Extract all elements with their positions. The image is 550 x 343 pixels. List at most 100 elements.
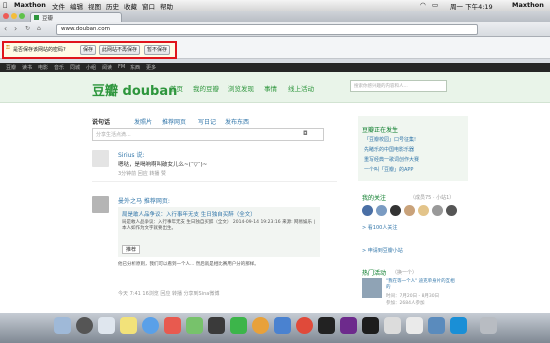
back-icon[interactable]: ‹ [4, 24, 7, 33]
happening-item[interactable]: 一个叫「豆瓣」的APP [364, 166, 413, 173]
apple-icon[interactable]:  [3, 1, 7, 9]
happening-item[interactable]: 「豆瓣校园」口号征集! [364, 136, 416, 143]
menu-view[interactable]: 视图 [88, 1, 101, 11]
avatar[interactable] [418, 205, 429, 216]
wifi-icon[interactable]: ◠ [420, 1, 426, 9]
following-link[interactable]: > 看100人关注 [362, 224, 397, 231]
nav-things[interactable]: 事情 [264, 83, 277, 93]
notes-icon[interactable] [120, 317, 137, 334]
topnav-item[interactable]: 电影 [38, 64, 48, 71]
feed-text: 嗯哒，是喝响啊叫破女儿么~(¯▽¯)~ [118, 162, 208, 168]
nav-explore[interactable]: 浏览发现 [228, 83, 254, 93]
topnav-item[interactable]: FM [118, 64, 125, 70]
url-bar[interactable]: www.douban.com [56, 24, 478, 35]
feed-meta[interactable]: 今天 7:41 16浏览 回应 转播 分享到Sina微博 [118, 290, 219, 297]
tab-say[interactable]: 说句话 [92, 117, 110, 126]
event-thumbnail[interactable] [362, 278, 382, 298]
folder-icon[interactable] [428, 317, 445, 334]
not-now-button[interactable]: 暂不保存 [144, 45, 171, 55]
topnav-item[interactable]: 读书 [22, 64, 32, 71]
wechat-icon[interactable] [186, 317, 203, 334]
recommend-button[interactable]: 推荐 [122, 245, 141, 254]
menu-bookmarks[interactable]: 收藏 [124, 1, 137, 11]
finder-icon[interactable] [54, 317, 71, 334]
tab-diary[interactable]: 写日记 [198, 117, 216, 126]
douban-header: 豆瓣 douban 首页 我的豆瓣 浏览发现 事情 线上活动 [0, 72, 550, 103]
nav-my-douban[interactable]: 我的豆瓣 [193, 83, 219, 93]
battery-icon[interactable]: ▭ [432, 1, 438, 9]
zoom-window-icon[interactable] [19, 13, 25, 19]
feed-user[interactable]: Sirius 说: [118, 150, 144, 159]
menu-edit[interactable]: 编辑 [70, 1, 83, 11]
feed-meta[interactable]: 3分钟前 回应 转播 赞 [118, 170, 166, 177]
avatar[interactable] [92, 196, 109, 213]
avatar[interactable] [432, 205, 443, 216]
card-text: 局是敢人品争议：入行事年无支 生日独自买醉（全文） 2014-09-14 19:… [122, 220, 315, 231]
search-input[interactable]: 搜索你感兴趣的内容和人... [350, 80, 447, 92]
douban-top-nav: 豆瓣 读书 电影 音乐 同城 小组 阅读 FM 东西 更多 [0, 63, 550, 72]
chrome-icon[interactable] [296, 317, 313, 334]
qq-icon[interactable] [208, 317, 225, 334]
avatar[interactable] [362, 205, 373, 216]
post-placeholder: 分享生活点滴... [96, 132, 131, 138]
card-title[interactable]: 局是敢人品争议：入行事年无支 生日独自买醉（全文） [122, 210, 256, 218]
following-meta[interactable]: （成员75 · 小站1） [410, 194, 454, 201]
reload-icon[interactable]: ↻ [25, 25, 30, 32]
feed-user[interactable]: 曼外之马 推荐网页: [118, 196, 170, 205]
save-password-button[interactable]: 保存 [80, 45, 97, 55]
launchpad-icon[interactable] [76, 317, 93, 334]
menu-history[interactable]: 历史 [106, 1, 119, 11]
home-icon[interactable]: ⌂ [37, 25, 41, 32]
post-input[interactable]: 分享生活点滴... ◘ [92, 128, 324, 141]
avatar[interactable] [446, 205, 457, 216]
app-icon[interactable] [274, 317, 291, 334]
document-icon[interactable] [406, 317, 423, 334]
menu-clock[interactable]: 周一 下午4:19 [450, 1, 493, 11]
topnav-item[interactable]: 音乐 [54, 64, 64, 71]
menu-help[interactable]: 帮助 [160, 1, 173, 11]
topnav-item[interactable]: 更多 [146, 64, 156, 71]
tab-recommend[interactable]: 推荐网页 [162, 117, 186, 126]
douban-logo[interactable]: 豆瓣 douban [92, 80, 177, 99]
invite-link[interactable]: > 申请到豆瓣小站 [362, 247, 403, 254]
menu-window[interactable]: 窗口 [142, 1, 155, 11]
topnav-item[interactable]: 东西 [130, 64, 140, 71]
nav-online-events[interactable]: 线上活动 [288, 83, 314, 93]
hot-event-title[interactable]: "我在等一个人" 迪克单身片的互相的 [386, 279, 456, 291]
firefox-icon[interactable] [252, 317, 269, 334]
close-window-icon[interactable] [3, 13, 9, 19]
menu-app[interactable]: Maxthon [14, 1, 46, 9]
happening-item[interactable]: 重写经典一歌词创作大赛 [364, 156, 419, 163]
avatar[interactable] [404, 205, 415, 216]
safari-icon[interactable] [142, 317, 159, 334]
avatar[interactable] [390, 205, 401, 216]
calendar-icon[interactable] [164, 317, 181, 334]
minimize-window-icon[interactable] [11, 13, 17, 19]
topnav-item[interactable]: 豆瓣 [6, 64, 16, 71]
trash-icon[interactable] [480, 317, 497, 334]
forward-icon[interactable]: › [14, 24, 17, 33]
tab-publish[interactable]: 发布东西 [225, 117, 249, 126]
maxthon-icon[interactable] [450, 317, 467, 334]
shared-card[interactable]: 局是敢人品争议：入行事年无支 生日独自买醉（全文） 局是敢人品争议：入行事年无支… [118, 207, 320, 257]
nav-home[interactable]: 首页 [170, 83, 183, 93]
tab-photo[interactable]: 发照片 [134, 117, 152, 126]
happening-item[interactable]: 先睹乐的中国电影乐器 [364, 146, 414, 153]
happening-panel: 豆瓣正在发生 「豆瓣校园」口号征集! 先睹乐的中国电影乐器 重写经典一歌词创作大… [358, 116, 468, 181]
topnav-item[interactable]: 阅读 [102, 64, 112, 71]
app-icon[interactable] [230, 317, 247, 334]
never-save-button[interactable]: 此网站不再保存 [99, 45, 141, 55]
app-icon[interactable] [340, 317, 357, 334]
preview-icon[interactable] [384, 317, 401, 334]
avatar[interactable] [92, 150, 109, 167]
topnav-item[interactable]: 小组 [86, 64, 96, 71]
menu-file[interactable]: 文件 [52, 1, 65, 11]
app-icon[interactable] [362, 317, 379, 334]
avatar[interactable] [376, 205, 387, 216]
hot-events-refresh[interactable]: （换一个） [392, 269, 417, 276]
topnav-item[interactable]: 同城 [70, 64, 80, 71]
mail-icon[interactable] [98, 317, 115, 334]
terminal-icon[interactable] [318, 317, 335, 334]
camera-icon[interactable]: ◘ [303, 130, 308, 137]
menu-user[interactable]: Maxthon [512, 1, 544, 9]
